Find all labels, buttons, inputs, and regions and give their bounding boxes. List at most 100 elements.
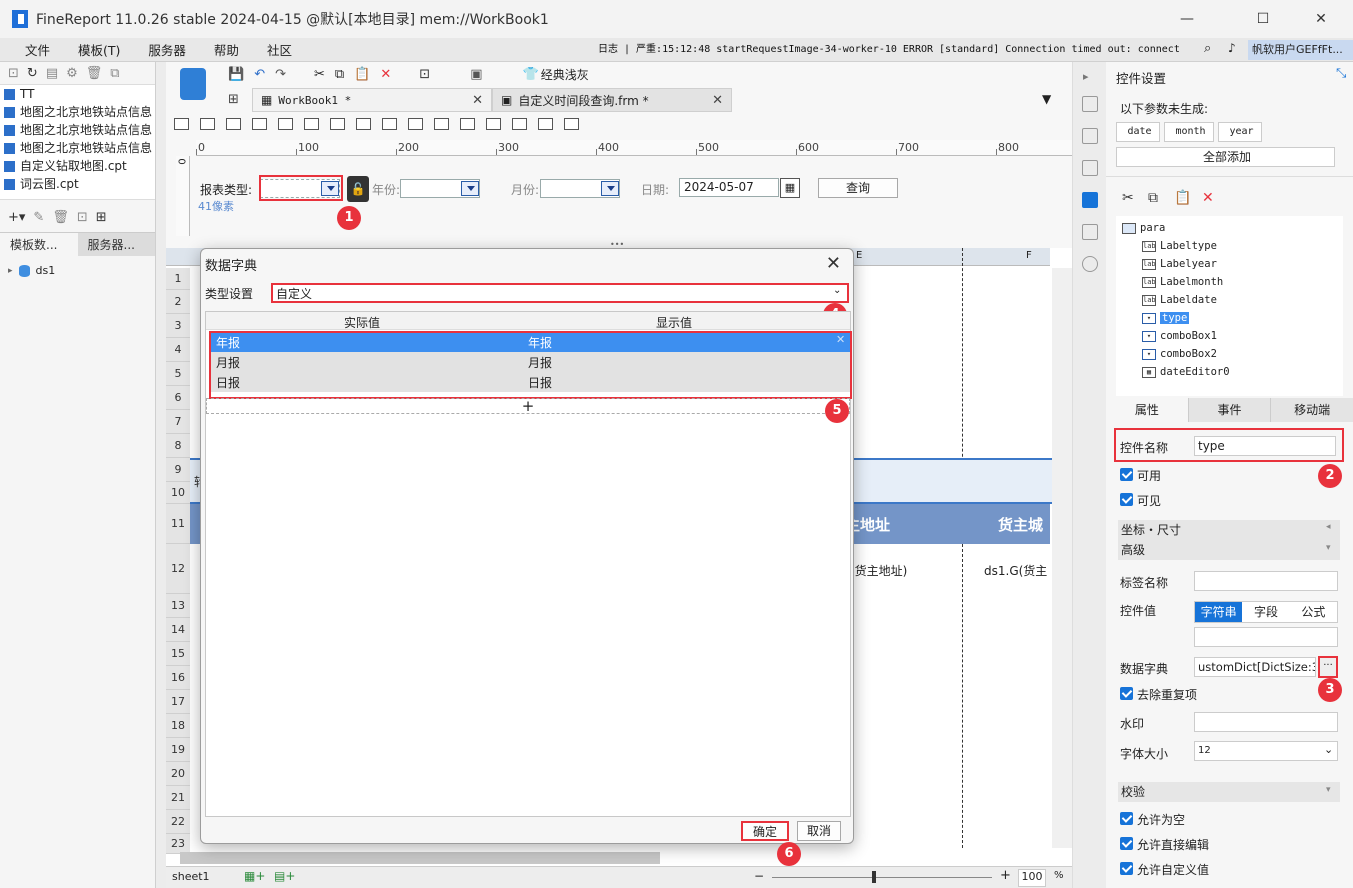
zoom-handle[interactable]	[872, 871, 876, 883]
font-size-select[interactable]: 12	[1194, 741, 1338, 761]
param-date[interactable]: date	[1116, 122, 1160, 142]
new-folder-icon[interactable]: ⊡	[8, 66, 19, 81]
tag-input[interactable]	[1194, 571, 1338, 591]
database-icon[interactable]: ⊞	[96, 210, 107, 225]
menu-community[interactable]: 社区	[254, 40, 305, 59]
add-sheet-icon[interactable]: ▦+	[244, 869, 265, 883]
zoom-in-icon[interactable]: +	[1000, 868, 1011, 883]
minimize-button[interactable]: —	[1163, 0, 1211, 38]
name-input[interactable]: type	[1194, 436, 1336, 456]
close-icon[interactable]: ✕	[826, 253, 841, 274]
unlock-icon[interactable]: 🔓	[347, 176, 369, 202]
widget-icon[interactable]	[200, 118, 215, 130]
delete-icon[interactable]: 🗑	[86, 66, 103, 81]
add-all-button[interactable]: 全部添加	[1116, 147, 1335, 167]
tab-template-data[interactable]: 模板数...	[0, 233, 78, 256]
tree-item[interactable]: lab Labelyear	[1142, 258, 1217, 270]
cancel-button[interactable]: 取消	[797, 821, 841, 841]
tab-workbook1[interactable]: ▦ WorkBook1 * ✕	[252, 88, 492, 112]
tree-root[interactable]: para	[1122, 222, 1165, 234]
layout-icon[interactable]	[1082, 96, 1098, 112]
month-dropdown-icon[interactable]	[601, 181, 619, 196]
user-account[interactable]: 帆软用户GEFfFt...	[1248, 40, 1353, 60]
theme-icon[interactable]: 👕	[523, 67, 539, 82]
edit-icon[interactable]: ✎	[33, 210, 44, 225]
close-tab-icon[interactable]: ✕	[472, 93, 483, 108]
list-item[interactable]: 地图之北京地铁站点信息	[0, 103, 155, 121]
delete-icon[interactable]: 🗑	[52, 210, 69, 225]
advanced-section[interactable]: 高级	[1118, 540, 1340, 560]
undo-icon[interactable]: ↶	[254, 67, 265, 82]
calendar-icon[interactable]: ▦	[780, 178, 800, 198]
widget-icon[interactable]	[278, 118, 293, 130]
query-button[interactable]: 查询	[818, 178, 898, 198]
copy-icon[interactable]: ⧉	[335, 67, 344, 82]
type-select[interactable]: 自定义	[271, 283, 849, 303]
dict-value[interactable]: ustomDict[DictSize:3]	[1194, 657, 1316, 677]
widget-icon[interactable]	[174, 118, 189, 130]
param-year[interactable]: year	[1218, 122, 1262, 142]
widget-icon[interactable]	[226, 118, 241, 130]
save-icon[interactable]: 💾	[228, 67, 244, 82]
cut-icon[interactable]: ✂	[1122, 190, 1134, 206]
refresh-icon[interactable]: ↻	[27, 66, 38, 81]
tab-events[interactable]: 事件	[1187, 398, 1271, 422]
cut-icon[interactable]: ✂	[314, 67, 325, 82]
grid-icon[interactable]: ⊞	[228, 92, 239, 107]
splitter[interactable]	[156, 62, 166, 888]
paste-icon[interactable]: 📋	[354, 67, 370, 82]
preview-icon[interactable]: ⊡	[419, 67, 430, 82]
allow-empty-checkbox[interactable]	[1120, 812, 1133, 825]
zoom-out-icon[interactable]: −	[754, 869, 764, 883]
tab-mobile[interactable]: 移动端	[1270, 398, 1353, 422]
tab-field[interactable]: 字段	[1242, 602, 1289, 622]
tree-item[interactable]: lab Labeltype	[1142, 240, 1217, 252]
widget-icon[interactable]	[382, 118, 397, 130]
widget-icon[interactable]	[486, 118, 501, 130]
horizontal-scrollbar[interactable]	[180, 852, 660, 864]
validation-section[interactable]: 校验	[1118, 782, 1340, 802]
menu-help[interactable]: 帮助	[201, 40, 252, 59]
chevron-down-icon[interactable]: ⌄	[833, 285, 841, 296]
ok-button[interactable]: 确定	[741, 821, 789, 841]
value-input[interactable]	[1194, 627, 1338, 647]
datasource-item[interactable]: ▸ ds1	[0, 256, 155, 277]
widget-icon[interactable]	[252, 118, 267, 130]
cell[interactable]: (货主地址)	[850, 562, 907, 579]
allow-custom-checkbox[interactable]	[1120, 862, 1133, 875]
delete-icon[interactable]: ✕	[1202, 190, 1214, 206]
expand-icon[interactable]: ▾	[1326, 543, 1331, 553]
widget-icon[interactable]	[538, 118, 553, 130]
redo-icon[interactable]: ↷	[275, 67, 286, 82]
add-row-button[interactable]: +	[206, 398, 850, 414]
menu-file[interactable]: 文件	[12, 40, 63, 59]
list-item[interactable]: 地图之北京地铁站点信息	[0, 121, 155, 139]
close-button[interactable]: ✕	[1297, 0, 1345, 38]
search-icon[interactable]: ⌕	[1204, 41, 1211, 56]
visible-checkbox[interactable]	[1120, 493, 1133, 506]
dedupe-checkbox[interactable]	[1120, 687, 1133, 700]
widget-icon[interactable]	[460, 118, 475, 130]
add-icon[interactable]: +▾	[8, 210, 25, 225]
delete-icon[interactable]: ✕	[380, 67, 391, 82]
chevron-down-icon[interactable]: ⌄	[1324, 743, 1333, 756]
settings-icon[interactable]: ⚙	[66, 66, 78, 81]
widget-icon[interactable]	[564, 118, 579, 130]
menu-server[interactable]: 服务器	[135, 40, 199, 59]
maximize-button[interactable]: ☐	[1239, 0, 1287, 38]
tab-custom-period[interactable]: ▣ 自定义时间段查询.frm * ✕	[492, 88, 732, 112]
tab-server[interactable]: 服务器...	[78, 233, 156, 256]
list-item[interactable]: TT	[0, 85, 155, 103]
link-icon[interactable]	[1082, 256, 1098, 272]
template-icon[interactable]	[180, 68, 206, 100]
list-icon[interactable]	[1082, 224, 1098, 240]
tree-item[interactable]: ▦ dateEditor0	[1142, 366, 1230, 378]
tab-string[interactable]: 字符串	[1195, 602, 1243, 622]
tab-menu-icon[interactable]: ▼	[1042, 92, 1051, 106]
widget-icon[interactable]	[512, 118, 527, 130]
widget-settings-icon[interactable]	[1082, 192, 1098, 208]
chevron-right-icon[interactable]: ▸	[8, 266, 13, 276]
vertical-scrollbar[interactable]	[1052, 268, 1072, 848]
view-icon[interactable]: ▤	[46, 66, 58, 81]
date-input[interactable]: 2024-05-07	[679, 178, 779, 197]
